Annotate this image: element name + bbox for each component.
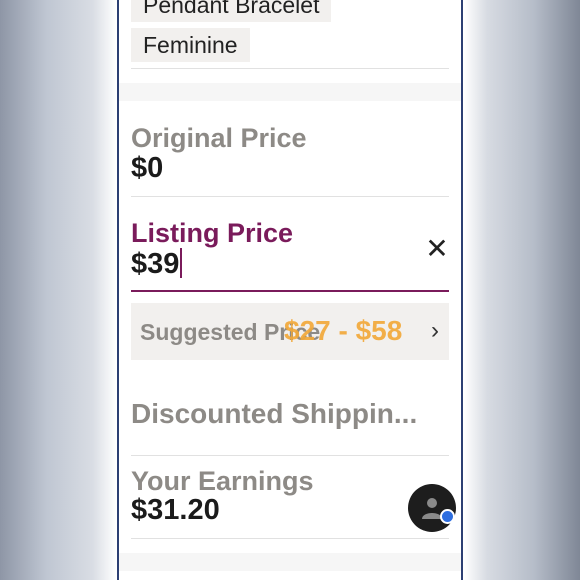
listing-price-input[interactable]: $39 xyxy=(131,248,183,281)
original-price-label: Original Price xyxy=(131,123,307,153)
profile-fab-button[interactable] xyxy=(408,484,456,532)
text-caret xyxy=(180,248,183,278)
suggested-price-row[interactable]: Suggested Price $27 - $58 › xyxy=(131,303,449,360)
listing-price-underline xyxy=(131,290,449,292)
close-icon[interactable]: ✕ xyxy=(425,235,449,263)
tag-chip-feminine[interactable]: Feminine xyxy=(131,28,250,62)
tag-chip-pendant-bracelet[interactable]: Pendant Bracelet xyxy=(131,0,332,22)
discounted-shipping-row[interactable]: Discounted Shippin... xyxy=(131,398,417,430)
suggested-price-range: $27 - $58 xyxy=(284,315,403,346)
listing-price-label: Listing Price xyxy=(131,218,294,248)
chevron-right-icon: › xyxy=(431,317,439,344)
your-earnings-label: Your Earnings xyxy=(131,466,314,496)
section-separator xyxy=(119,553,461,571)
divider xyxy=(131,196,449,197)
section-separator xyxy=(119,83,461,101)
divider xyxy=(131,538,449,539)
divider xyxy=(131,455,449,456)
listing-form-screen: Pendant Bracelet Feminine Original Price… xyxy=(117,0,463,580)
notification-dot xyxy=(440,509,455,524)
tag-chip-label: Pendant Bracelet xyxy=(143,0,320,18)
your-earnings-value: $31.20 xyxy=(131,494,220,526)
original-price-value[interactable]: $0 xyxy=(131,152,163,185)
divider xyxy=(131,68,449,69)
tag-chip-label: Feminine xyxy=(143,32,238,58)
listing-price-value: $39 xyxy=(131,248,180,280)
